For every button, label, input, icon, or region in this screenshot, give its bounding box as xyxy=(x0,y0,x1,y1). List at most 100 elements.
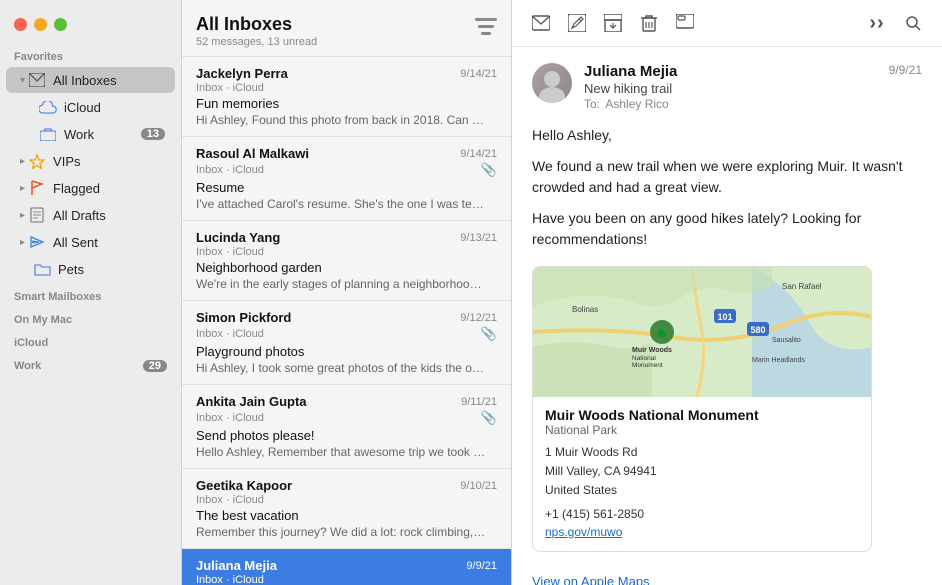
to-label: To: xyxy=(584,97,600,111)
email-list-item[interactable]: Juliana Mejia 9/9/21 Inbox · iCloud New … xyxy=(182,549,511,585)
maximize-button[interactable] xyxy=(54,18,67,31)
sidebar-item-all-inboxes[interactable]: ▾ All Inboxes xyxy=(6,67,175,93)
email-to: To: Ashley Rico xyxy=(584,97,889,111)
icloud-section-label: iCloud xyxy=(0,329,181,352)
apple-maps-link[interactable]: View on Apple Maps xyxy=(532,574,650,585)
email-list-item[interactable]: Geetika Kapoor 9/10/21 Inbox · iCloud Th… xyxy=(182,469,511,549)
sidebar-item-vips[interactable]: ▸ VIPs xyxy=(6,148,175,174)
sidebar-item-label: Pets xyxy=(58,262,165,277)
filter-icon[interactable] xyxy=(475,20,497,40)
email-sender: Simon Pickford xyxy=(196,310,291,325)
sidebar-item-work-favorites[interactable]: Work 13 xyxy=(6,121,175,147)
chevron-icon: ▸ xyxy=(20,237,25,248)
email-sender: Ankita Jain Gupta xyxy=(196,394,307,409)
address-line1: 1 Muir Woods Rd xyxy=(545,445,637,459)
map-name: Muir Woods National Monument xyxy=(545,407,859,423)
email-preview: Hi Ashley, I took some great photos of t… xyxy=(196,361,486,375)
doc-icon xyxy=(27,205,47,225)
mailbox-subtitle: 52 messages, 13 unread xyxy=(196,36,317,48)
attachment-icon: 📎 xyxy=(481,326,497,342)
avatar xyxy=(532,63,572,103)
sidebar-item-icloud[interactable]: iCloud xyxy=(6,94,175,120)
email-box: Inbox · iCloud xyxy=(196,494,264,506)
email-preview: Remember this journey? We did a lot: roc… xyxy=(196,525,486,539)
email-date: 9/9/21 xyxy=(889,63,922,77)
mailbox-title: All Inboxes xyxy=(196,14,317,35)
favorites-section-label: Favorites xyxy=(0,43,181,66)
map-type: National Park xyxy=(545,423,859,437)
email-sender: Rasoul Al Malkawi xyxy=(196,146,309,161)
archive-icon[interactable] xyxy=(598,8,628,38)
map-phone: +1 (415) 561-2850 xyxy=(545,507,859,521)
email-subject: Fun memories xyxy=(196,96,497,111)
email-preview: Hello Ashley, Remember that awesome trip… xyxy=(196,445,486,459)
sidebar-item-all-sent[interactable]: ▸ All Sent xyxy=(6,229,175,255)
email-list-item[interactable]: Lucinda Yang 9/13/21 Inbox · iCloud Neig… xyxy=(182,221,511,301)
attachment-icon: 📎 xyxy=(481,410,497,426)
email-detail-meta: Juliana Mejia New hiking trail To: Ashle… xyxy=(584,63,889,111)
smart-mailboxes-label: Smart Mailboxes xyxy=(0,283,181,306)
email-sender: Lucinda Yang xyxy=(196,230,280,245)
email-date: 9/14/21 xyxy=(460,68,497,80)
svg-text:Sausalito: Sausalito xyxy=(772,337,801,344)
search-icon[interactable] xyxy=(898,8,928,38)
body-paragraph-2: Have you been on any good hikes lately? … xyxy=(532,208,922,250)
email-detail-pane: ›› Juliana Mejia New hiking trail To: As… xyxy=(512,0,942,585)
chevron-icon: ▾ xyxy=(20,75,25,86)
sidebar-item-label: All Inboxes xyxy=(53,73,165,88)
svg-text:Monument: Monument xyxy=(632,362,663,369)
move-icon[interactable] xyxy=(670,8,700,38)
email-box: Inbox · iCloud xyxy=(196,412,264,424)
chevron-icon: ▸ xyxy=(20,156,25,167)
map-address: 1 Muir Woods Rd Mill Valley, CA 94941 Un… xyxy=(545,443,859,501)
email-date: 9/13/21 xyxy=(460,232,497,244)
email-list-item[interactable]: Rasoul Al Malkawi 9/14/21 Inbox · iCloud… xyxy=(182,137,511,221)
close-button[interactable] xyxy=(14,18,27,31)
map-website-link[interactable]: nps.gov/muwo xyxy=(545,525,859,539)
email-subject: New hiking trail xyxy=(584,81,889,96)
svg-text:101: 101 xyxy=(717,312,732,322)
email-subject: Neighborhood garden xyxy=(196,260,497,275)
minimize-button[interactable] xyxy=(34,18,47,31)
sidebar-item-label: VIPs xyxy=(53,154,165,169)
map-info: Muir Woods National Monument National Pa… xyxy=(533,397,871,551)
star-icon xyxy=(27,151,47,171)
sidebar-item-label: Work xyxy=(64,127,141,142)
email-list: Jackelyn Perra 9/14/21 Inbox · iCloud Fu… xyxy=(182,57,511,585)
email-box: Inbox · iCloud xyxy=(196,246,264,258)
email-list-item[interactable]: Jackelyn Perra 9/14/21 Inbox · iCloud Fu… xyxy=(182,57,511,137)
email-preview: I've attached Carol's resume. She's the … xyxy=(196,197,486,211)
sidebar-item-label: iCloud xyxy=(64,100,165,115)
sidebar-item-label: All Sent xyxy=(53,235,165,250)
envelope-icon xyxy=(27,70,47,90)
sidebar-item-pets[interactable]: Pets xyxy=(6,256,175,282)
map-card[interactable]: San Rafael Bolinas Sausalito Marin Headl… xyxy=(532,266,872,552)
email-list-item[interactable]: Simon Pickford 9/12/21 Inbox · iCloud 📎 … xyxy=(182,301,511,385)
email-detail-content: Juliana Mejia New hiking trail To: Ashle… xyxy=(512,47,942,585)
work-section-label: Work xyxy=(14,360,41,372)
more-icon[interactable]: ›› xyxy=(862,8,892,38)
chevron-icon: ▸ xyxy=(20,183,25,194)
cloud-icon xyxy=(38,97,58,117)
flag-icon xyxy=(27,178,47,198)
sidebar-item-all-drafts[interactable]: ▸ All Drafts xyxy=(6,202,175,228)
email-box: Inbox · iCloud xyxy=(196,328,264,340)
email-preview: We're in the early stages of planning a … xyxy=(196,277,486,291)
email-date: 9/14/21 xyxy=(460,148,497,160)
right-toolbar: ›› xyxy=(512,0,942,47)
svg-text:Marin Headlands: Marin Headlands xyxy=(752,357,805,364)
reply-icon[interactable] xyxy=(526,8,556,38)
email-date: 9/12/21 xyxy=(460,312,497,324)
body-paragraph-1: We found a new trail when we were explor… xyxy=(532,156,922,198)
email-body: Hello Ashley, We found a new trail when … xyxy=(532,125,922,250)
email-sender: Geetika Kapoor xyxy=(196,478,292,493)
sidebar-item-flagged[interactable]: ▸ Flagged xyxy=(6,175,175,201)
to-value: Ashley Rico xyxy=(605,97,668,111)
email-subject: Send photos please! xyxy=(196,428,497,443)
email-list-pane: All Inboxes 52 messages, 13 unread Jacke… xyxy=(182,0,512,585)
email-date: 9/9/21 xyxy=(466,560,497,572)
trash-icon[interactable] xyxy=(634,8,664,38)
compose-icon[interactable] xyxy=(562,8,592,38)
email-list-item[interactable]: Ankita Jain Gupta 9/11/21 Inbox · iCloud… xyxy=(182,385,511,469)
email-subject: Resume xyxy=(196,180,497,195)
